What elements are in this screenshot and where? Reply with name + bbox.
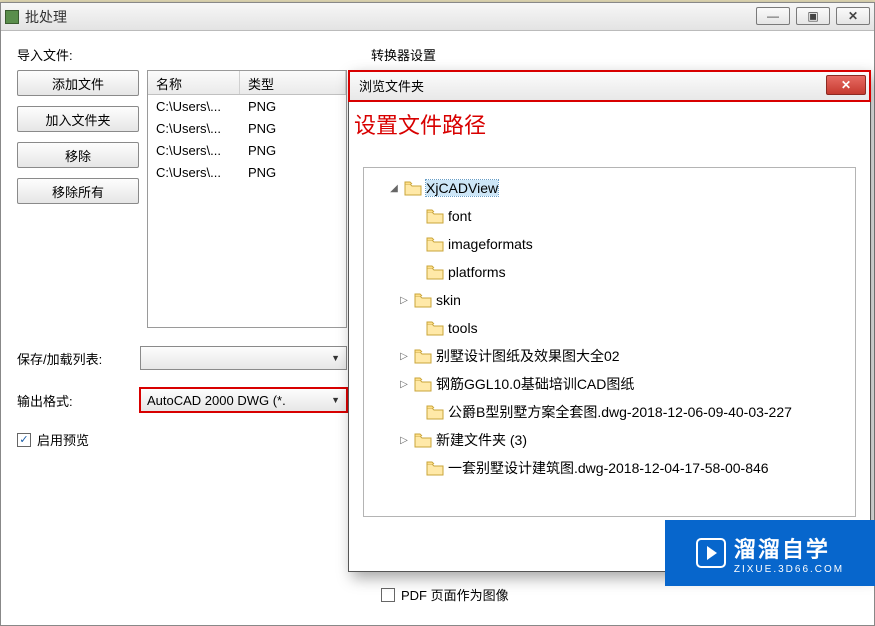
table-row[interactable]: C:\Users\...PNG bbox=[148, 117, 346, 139]
col-name-header[interactable]: 名称 bbox=[148, 71, 240, 94]
preview-label: 启用预览 bbox=[37, 430, 89, 449]
folder-icon bbox=[426, 405, 444, 420]
tree-label: imageformats bbox=[448, 236, 533, 252]
chevron-down-icon: ▼ bbox=[331, 353, 340, 363]
pdf-page-as-image-label: PDF 页面作为图像 bbox=[401, 585, 509, 604]
file-type-cell: PNG bbox=[240, 121, 346, 136]
table-row[interactable]: C:\Users\...PNG bbox=[148, 95, 346, 117]
tree-item[interactable]: ◢ XjCADView bbox=[368, 174, 851, 202]
minimize-button[interactable]: — bbox=[756, 7, 790, 25]
output-format-combo[interactable]: AutoCAD 2000 DWG (*. ▼ bbox=[140, 388, 347, 412]
folder-icon bbox=[414, 293, 432, 308]
import-label: 导入文件: bbox=[17, 45, 347, 64]
file-type-cell: PNG bbox=[240, 99, 346, 114]
tree-item[interactable]: ▷ 钢筋GGL10.0基础培训CAD图纸 bbox=[368, 370, 851, 398]
titlebar: 批处理 — ▣ ✕ bbox=[1, 3, 874, 31]
save-list-combo[interactable]: ▼ bbox=[140, 346, 347, 370]
table-row[interactable]: C:\Users\...PNG bbox=[148, 161, 346, 183]
tree-label: skin bbox=[436, 292, 461, 308]
folder-icon bbox=[426, 265, 444, 280]
tree-item[interactable]: platforms bbox=[368, 258, 851, 286]
tree-label: 公爵B型别墅方案全套图.dwg-2018-12-06-09-40-03-227 bbox=[448, 402, 792, 422]
tree-item[interactable]: ▷ 别墅设计图纸及效果图大全02 bbox=[368, 342, 851, 370]
tree-item[interactable]: font bbox=[368, 202, 851, 230]
browse-dialog-title: 浏览文件夹 ✕ bbox=[349, 71, 870, 101]
expand-icon[interactable]: ▷ bbox=[398, 351, 410, 362]
file-name-cell: C:\Users\... bbox=[148, 143, 240, 158]
collapse-icon[interactable]: ◢ bbox=[388, 183, 400, 194]
pdf-page-as-image-checkbox[interactable] bbox=[381, 588, 395, 602]
browse-folder-dialog: 浏览文件夹 ✕ ◢ XjCADView font imageformats platfo… bbox=[348, 70, 871, 572]
tree-label: XjCADView bbox=[426, 180, 498, 196]
tree-label: 新建文件夹 (3) bbox=[436, 430, 527, 450]
tree-label: platforms bbox=[448, 264, 506, 280]
file-name-cell: C:\Users\... bbox=[148, 99, 240, 114]
folder-icon bbox=[414, 349, 432, 364]
play-icon bbox=[696, 538, 726, 568]
tree-label: 别墅设计图纸及效果图大全02 bbox=[436, 346, 620, 366]
tree-item[interactable]: ▷ skin bbox=[368, 286, 851, 314]
file-name-cell: C:\Users\... bbox=[148, 121, 240, 136]
save-list-label: 保存/加载列表: bbox=[17, 349, 132, 368]
add-folder-button[interactable]: 加入文件夹 bbox=[17, 106, 139, 132]
folder-icon bbox=[426, 461, 444, 476]
folder-tree[interactable]: ◢ XjCADView font imageformats platforms ▷ skin… bbox=[363, 167, 856, 517]
tree-item[interactable]: imageformats bbox=[368, 230, 851, 258]
preview-checkbox[interactable]: ✓ bbox=[17, 433, 31, 447]
tree-label: tools bbox=[448, 320, 478, 336]
remove-button[interactable]: 移除 bbox=[17, 142, 139, 168]
folder-icon bbox=[426, 209, 444, 224]
col-type-header[interactable]: 类型 bbox=[240, 71, 346, 94]
folder-icon bbox=[414, 377, 432, 392]
add-file-button[interactable]: 添加文件 bbox=[17, 70, 139, 96]
dialog-close-button[interactable]: ✕ bbox=[826, 75, 866, 95]
folder-icon bbox=[426, 237, 444, 252]
converter-settings-label: 转换器设置 bbox=[371, 45, 858, 64]
chevron-down-icon: ▼ bbox=[331, 395, 340, 405]
tree-item[interactable]: 一套别墅设计建筑图.dwg-2018-12-04-17-58-00-846 bbox=[368, 454, 851, 482]
tree-label: 一套别墅设计建筑图.dwg-2018-12-04-17-58-00-846 bbox=[448, 458, 769, 478]
table-row[interactable]: C:\Users\...PNG bbox=[148, 139, 346, 161]
expand-icon[interactable]: ▷ bbox=[398, 295, 410, 306]
remove-all-button[interactable]: 移除所有 bbox=[17, 178, 139, 204]
tree-item[interactable]: 公爵B型别墅方案全套图.dwg-2018-12-06-09-40-03-227 bbox=[368, 398, 851, 426]
folder-icon bbox=[404, 181, 422, 196]
app-icon bbox=[5, 10, 19, 24]
file-type-cell: PNG bbox=[240, 165, 346, 180]
folder-icon bbox=[414, 433, 432, 448]
output-format-value: AutoCAD 2000 DWG (*. bbox=[147, 393, 286, 408]
output-format-label: 输出格式: bbox=[17, 391, 132, 410]
file-type-cell: PNG bbox=[240, 143, 346, 158]
tree-item[interactable]: tools bbox=[368, 314, 851, 342]
expand-icon[interactable]: ▷ bbox=[398, 435, 410, 446]
tree-label: font bbox=[448, 208, 471, 224]
file-list[interactable]: 名称 类型 C:\Users\...PNGC:\Users\...PNGC:\U… bbox=[147, 70, 347, 328]
close-button[interactable]: ✕ bbox=[836, 7, 870, 25]
tree-item[interactable]: ▷ 新建文件夹 (3) bbox=[368, 426, 851, 454]
folder-icon bbox=[426, 321, 444, 336]
window-title: 批处理 bbox=[25, 7, 67, 27]
file-name-cell: C:\Users\... bbox=[148, 165, 240, 180]
tree-label: 钢筋GGL10.0基础培训CAD图纸 bbox=[436, 374, 634, 394]
expand-icon[interactable]: ▷ bbox=[398, 379, 410, 390]
watermark: 溜溜自学 ZIXUE.3D66.COM bbox=[665, 520, 875, 586]
maximize-button[interactable]: ▣ bbox=[796, 7, 830, 25]
